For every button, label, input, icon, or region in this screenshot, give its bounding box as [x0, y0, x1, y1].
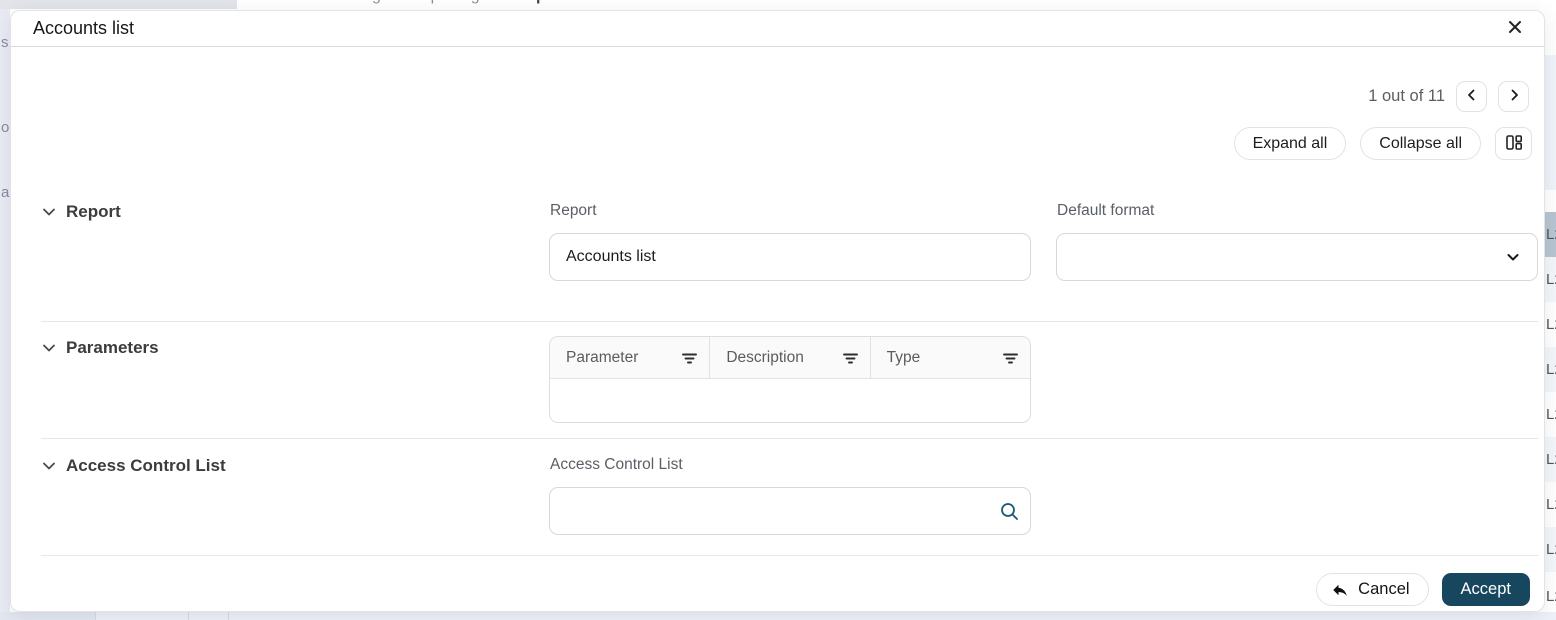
filter-icon [681, 350, 698, 366]
parameters-table-header: Parameter Description Type [550, 337, 1030, 379]
pagination: 1 out of 11 [1368, 81, 1529, 112]
modal-footer: Cancel Accept [1316, 573, 1530, 606]
collapse-all-button[interactable]: Collapse all [1360, 127, 1481, 160]
acl-section-title: Access Control List [66, 456, 226, 475]
parameters-section-title: Parameters [66, 338, 159, 357]
table-row: L2 [1545, 302, 1556, 347]
previous-record-button[interactable] [1456, 81, 1487, 112]
report-section-title: Report [66, 202, 121, 221]
chevron-down-icon [41, 340, 57, 356]
expand-all-button[interactable]: Expand all [1233, 127, 1347, 160]
breadcrumb-item-reports: Reports [516, 0, 576, 4]
default-format-label: Default format [1057, 202, 1155, 219]
column-header-description[interactable]: Description [710, 337, 871, 378]
divider [188, 612, 189, 620]
acl-section-toggle[interactable]: Access Control List [41, 456, 226, 476]
parameters-section-toggle[interactable]: Parameters [41, 338, 159, 358]
cancel-button-label: Cancel [1358, 580, 1410, 598]
reply-arrow-icon [1331, 581, 1349, 599]
layout-toggle-button[interactable] [1495, 127, 1532, 160]
acl-search-input[interactable] [549, 487, 1031, 535]
section-divider [41, 555, 1538, 556]
close-button[interactable] [1504, 16, 1526, 41]
filter-icon [1002, 350, 1019, 366]
default-format-select[interactable] [1056, 233, 1538, 281]
background-table-band [1545, 55, 1556, 190]
parameters-table: Parameter Description Type [549, 336, 1031, 423]
table-row: L2 [1545, 212, 1556, 257]
background-bottom-strip [0, 612, 1556, 620]
chevron-left-icon [1464, 87, 1480, 106]
sidebar-text-fragment: ar [1, 184, 10, 201]
report-name-input[interactable] [549, 233, 1031, 281]
pagination-label: 1 out of 11 [1368, 87, 1445, 105]
parameters-table-empty-body [550, 379, 1030, 422]
table-row: L2 [1545, 347, 1556, 392]
chevron-down-icon [41, 204, 57, 220]
accept-button[interactable]: Accept [1441, 573, 1530, 606]
breadcrumb-item-main-menu: Main menu [187, 0, 266, 4]
chevron-down-icon [1505, 249, 1521, 265]
accounts-list-modal: Accounts list 1 out of 11 Expand all Col… [10, 10, 1545, 612]
background-table-sliver: L2 L2 L2 L2 L2 L2 L2 L2 L2 [1545, 0, 1556, 620]
next-record-button[interactable] [1498, 81, 1529, 112]
table-row: L2 [1545, 437, 1556, 482]
modal-title: Accounts list [33, 18, 135, 38]
table-row: L2 [1545, 392, 1556, 437]
report-field-label: Report [550, 202, 597, 219]
section-divider [41, 438, 1538, 439]
divider [228, 612, 229, 620]
acl-search-button[interactable] [994, 496, 1024, 526]
background-sidebar-sliver: s or ar [0, 9, 10, 612]
chevron-down-icon [41, 458, 57, 474]
modal-header: Accounts list [11, 11, 1544, 47]
section-toolbar: Expand all Collapse all [1233, 127, 1532, 160]
column-header-parameter[interactable]: Parameter [550, 337, 711, 378]
search-icon [999, 501, 1020, 522]
table-row: L2 [1545, 257, 1556, 302]
report-section-toggle[interactable]: Report [41, 202, 121, 222]
breadcrumb-item-monitoring: Monitoring and reporting [306, 0, 479, 4]
column-header-type[interactable]: Type [871, 337, 1030, 378]
layout-columns-icon [1505, 134, 1523, 154]
sidebar-text-fragment: or [1, 119, 10, 136]
table-row: L2 [1545, 482, 1556, 527]
table-row: L2 [1545, 527, 1556, 572]
chevron-right-icon [1506, 87, 1522, 106]
sidebar-text-fragment: s [1, 34, 9, 51]
background-bottom-segment [0, 612, 96, 620]
cancel-button[interactable]: Cancel [1316, 573, 1429, 606]
screen: Main menuMonitoring and reportingReports… [0, 0, 1556, 620]
breadcrumb: Main menu Monitoring and reporting Reports [187, 0, 576, 5]
acl-field-label: Access Control List [550, 456, 683, 473]
filter-icon [842, 350, 859, 366]
close-icon [1506, 18, 1524, 39]
section-divider [41, 321, 1538, 322]
